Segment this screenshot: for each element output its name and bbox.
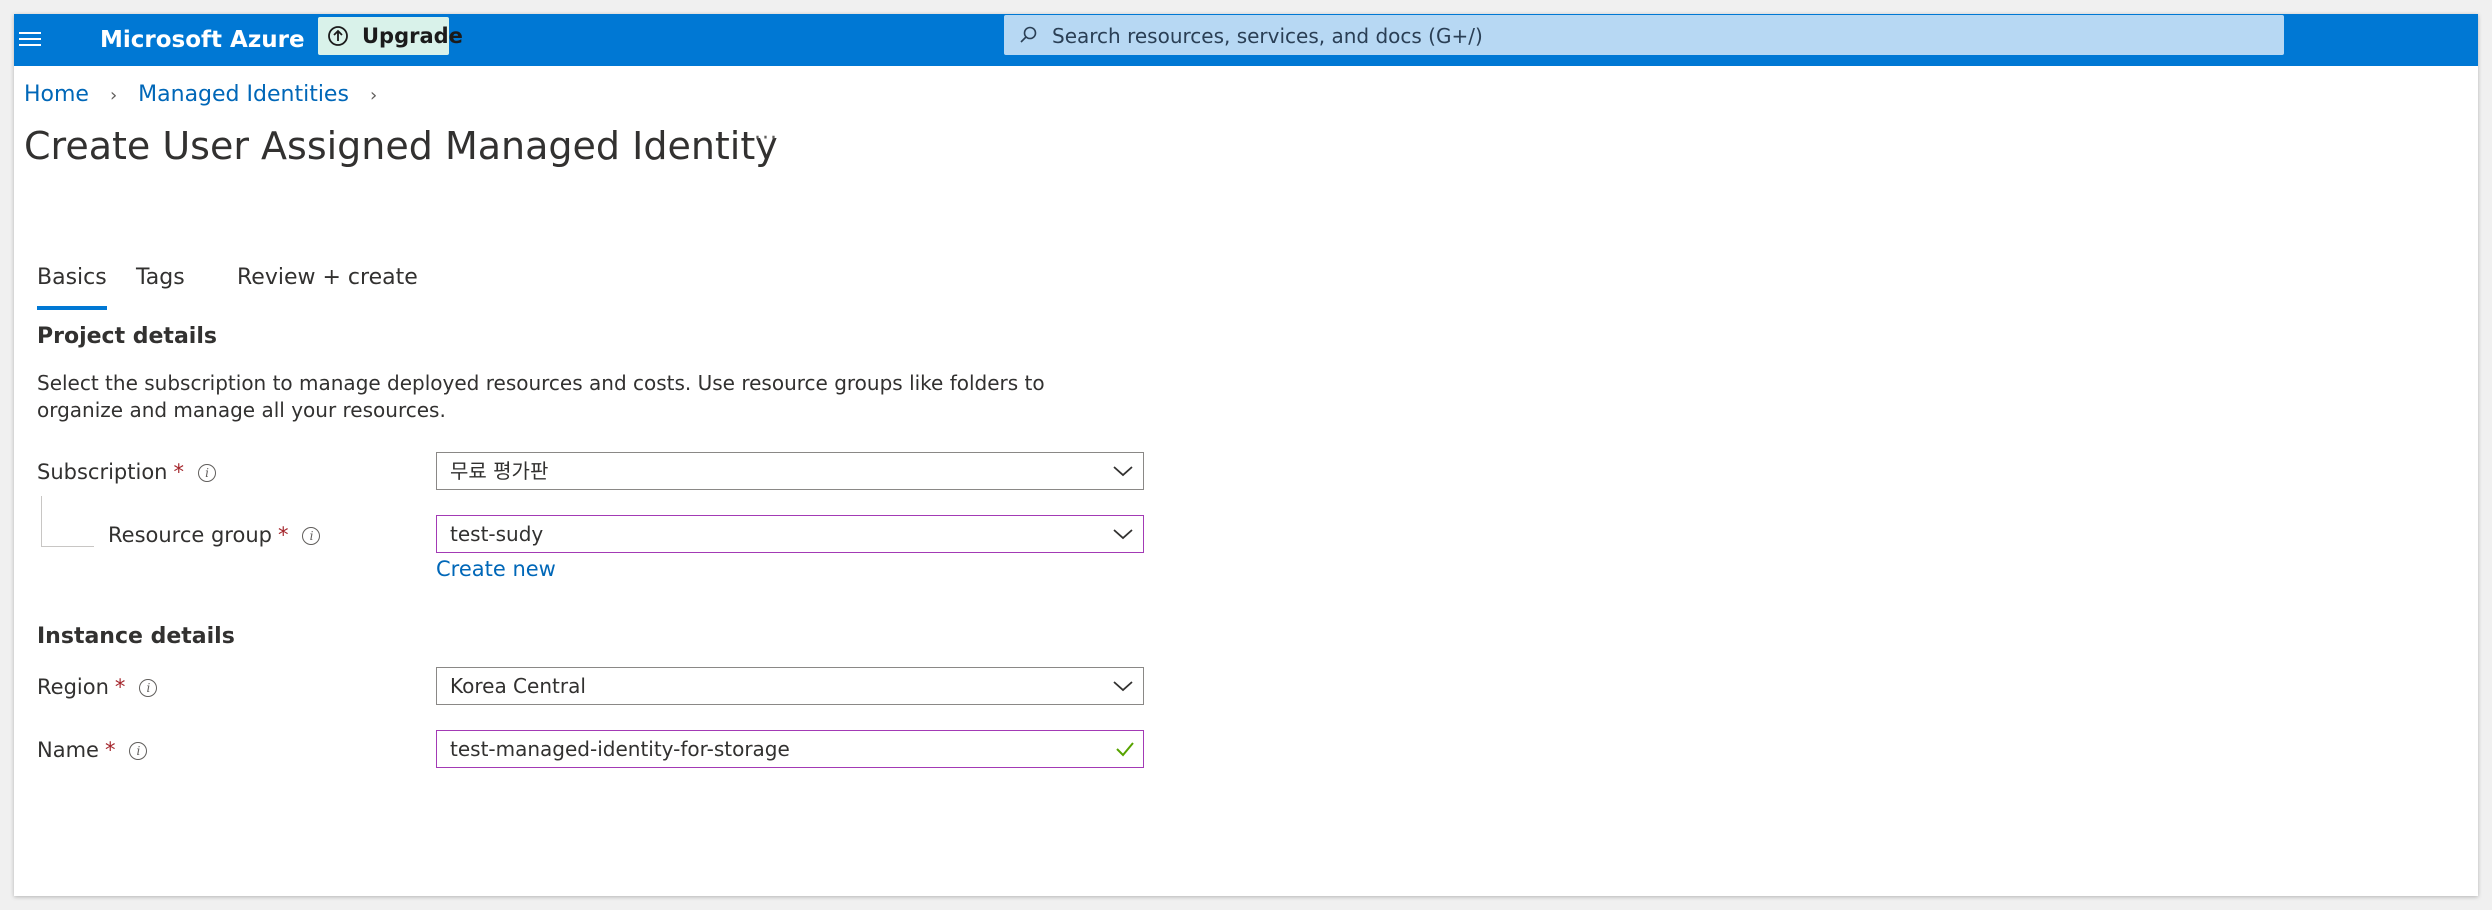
tab-basics[interactable]: Basics (37, 258, 107, 310)
region-label-text: Region (37, 675, 109, 699)
subscription-label-text: Subscription (37, 460, 168, 484)
subscription-dropdown[interactable]: 무료 평가판 (436, 452, 1144, 490)
info-icon[interactable]: i (139, 679, 158, 697)
subscription-label: Subscription * i (37, 457, 216, 487)
name-label-text: Name (37, 738, 99, 762)
search-icon (1020, 26, 1037, 43)
breadcrumb-home[interactable]: Home (24, 82, 89, 107)
tab-tags[interactable]: Tags (136, 258, 185, 298)
name-value[interactable]: test-managed-identity-for-storage (450, 731, 790, 767)
region-value: Korea Central (450, 674, 586, 698)
page-title: Create User Assigned Managed Identity (24, 124, 778, 168)
resource-group-label: Resource group * i (108, 520, 321, 550)
resource-group-value: test-sudy (450, 522, 544, 546)
info-icon[interactable]: i (197, 464, 216, 482)
tab-review-create[interactable]: Review + create (237, 258, 418, 298)
instance-details-heading: Instance details (37, 624, 235, 649)
name-label: Name * i (37, 735, 148, 765)
info-icon[interactable]: i (302, 527, 321, 545)
checkmark-icon (1116, 742, 1134, 757)
upgrade-label: Upgrade (362, 24, 463, 48)
project-details-description: Select the subscription to manage deploy… (37, 371, 1045, 422)
more-options-button[interactable]: ··· (754, 126, 778, 151)
breadcrumb-managed-identities[interactable]: Managed Identities (138, 82, 349, 107)
subscription-value: 무료 평가판 (450, 459, 549, 483)
search-input[interactable] (1050, 15, 2254, 57)
upgrade-button[interactable]: Upgrade (318, 17, 463, 55)
tree-connector (41, 496, 94, 547)
create-new-resource-group-link[interactable]: Create new (436, 554, 556, 584)
chevron-down-icon (1113, 529, 1133, 540)
chevron-right-icon: › (109, 85, 118, 106)
brand-title[interactable]: Microsoft Azure (100, 24, 305, 56)
resource-group-dropdown[interactable]: test-sudy (436, 515, 1144, 553)
resource-group-label-text: Resource group (108, 523, 272, 547)
project-details-heading: Project details (37, 324, 217, 349)
required-marker: * (114, 675, 126, 699)
hamburger-menu-icon[interactable] (16, 28, 42, 52)
required-marker: * (277, 523, 289, 547)
info-icon[interactable]: i (129, 742, 148, 760)
chevron-down-icon (1113, 681, 1133, 692)
global-search[interactable] (1004, 15, 2284, 57)
breadcrumb: Home › Managed Identities › (24, 80, 391, 111)
upgrade-icon (328, 26, 348, 46)
region-label: Region * i (37, 672, 158, 702)
required-marker: * (104, 738, 116, 762)
region-dropdown[interactable]: Korea Central (436, 667, 1144, 705)
top-bar: Microsoft Azure Upgrade (14, 14, 2478, 66)
chevron-right-icon: › (369, 85, 378, 106)
name-input[interactable]: test-managed-identity-for-storage (436, 730, 1144, 768)
required-marker: * (173, 460, 184, 484)
azure-portal-window: Microsoft Azure Upgrade Home › Managed I… (14, 14, 2478, 896)
chevron-down-icon (1113, 466, 1133, 477)
